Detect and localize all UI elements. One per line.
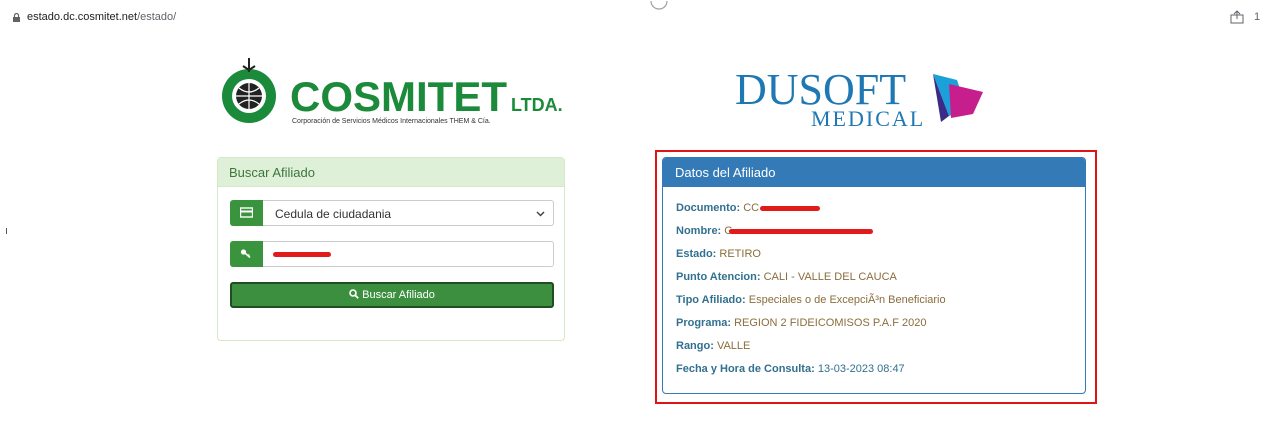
affiliate-data-panel: Datos del Afiliado Documento: CC Nombre:… [662, 157, 1086, 394]
redaction-mark [760, 206, 820, 211]
url-host: estado.dc.cosmitet.net [27, 11, 138, 23]
card-addon [230, 200, 263, 226]
field-fecha-hora: Fecha y Hora de Consulta: 13-03-2023 08:… [676, 363, 905, 375]
browser-address-bar: estado.dc.cosmitet.net/estado/ 1 [0, 0, 1266, 36]
edge-mark [6, 228, 7, 234]
field-nombre: Nombre: G [676, 225, 733, 237]
field-label: Tipo Afiliado: [676, 294, 746, 306]
search-icon [349, 289, 359, 299]
field-label: Estado: [676, 248, 717, 260]
url-text[interactable]: estado.dc.cosmitet.net/estado/ [27, 11, 176, 23]
share-icon[interactable] [1230, 10, 1244, 24]
toolbar-extra-text: 1 [1254, 11, 1261, 23]
document-type-value: Cedula de ciudadania [275, 207, 392, 221]
field-punto-atencion: Punto Atencion: CALI - VALLE DEL CAUCA [676, 271, 897, 283]
document-type-group: Cedula de ciudadania [230, 200, 554, 226]
redaction-mark [729, 229, 873, 234]
loading-spinner-icon [650, 0, 668, 10]
cosmitet-suffix: LTDA. [511, 95, 563, 115]
field-value: RETIRO [719, 248, 761, 260]
field-label: Programa: [676, 317, 732, 329]
dusoft-logo: DUSOFT MEDICAL [735, 66, 983, 130]
key-addon [230, 241, 263, 267]
field-value: Especiales o de ExcepciÃ³n Beneficiario [748, 294, 946, 306]
search-affiliate-panel: Buscar Afiliado Cedula de ciudadania Bus… [217, 157, 565, 341]
chevron-down-icon [536, 211, 545, 217]
cosmitet-name: COSMITET [290, 73, 507, 120]
field-rango: Rango: VALLE [676, 340, 750, 352]
field-label: Punto Atencion: [676, 271, 761, 283]
cosmitet-tagline: Corporación de Servicios Médicos Interna… [292, 118, 491, 125]
search-affiliate-button[interactable]: Buscar Afiliado [230, 282, 554, 308]
field-value: 13-03-2023 08:47 [817, 363, 905, 375]
field-label: Documento: [676, 202, 741, 214]
field-documento: Documento: CC [676, 202, 759, 214]
field-label: Nombre: [676, 225, 722, 237]
search-panel-title: Buscar Afiliado [218, 158, 564, 187]
field-programa: Programa: REGION 2 FIDEICOMISOS P.A.F 20… [676, 317, 926, 329]
field-value: CALI - VALLE DEL CAUCA [763, 271, 897, 283]
field-label: Fecha y Hora de Consulta: [676, 363, 815, 375]
url-path: /estado/ [137, 11, 177, 23]
key-icon [240, 249, 251, 259]
field-value: VALLE [716, 340, 751, 352]
cosmitet-logo: COSMITET LTDA. Corporación de Servicios … [222, 58, 563, 125]
lock-icon [13, 13, 20, 22]
document-number-group [230, 241, 554, 267]
field-label: Rango: [676, 340, 714, 352]
field-value: CC [743, 202, 760, 214]
redaction-mark [273, 252, 331, 257]
search-button-label: Buscar Afiliado [362, 289, 435, 301]
field-tipo-afiliado: Tipo Afiliado: Especiales o de ExcepciÃ³… [676, 294, 946, 306]
dusoft-sub: MEDICAL [811, 106, 925, 130]
field-value: REGION 2 FIDEICOMISOS P.A.F 2020 [734, 317, 927, 329]
card-icon [240, 207, 253, 218]
document-type-select[interactable]: Cedula de ciudadania [263, 200, 554, 226]
document-number-input[interactable] [263, 241, 554, 267]
affiliate-panel-title: Datos del Afiliado [663, 158, 1085, 187]
field-estado: Estado: RETIRO [676, 248, 761, 260]
